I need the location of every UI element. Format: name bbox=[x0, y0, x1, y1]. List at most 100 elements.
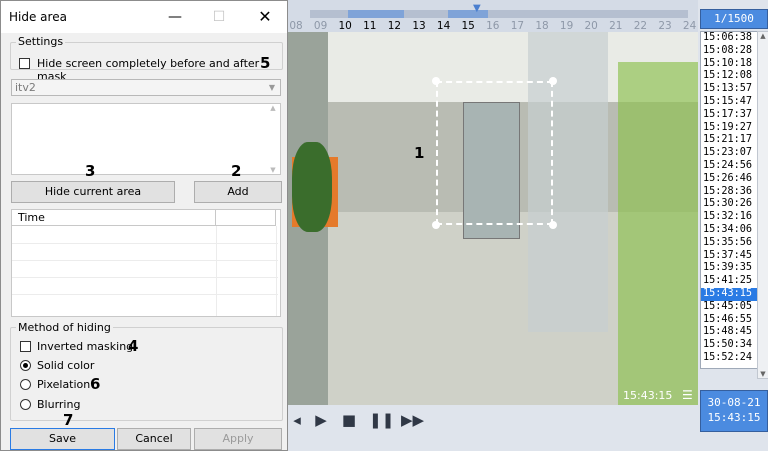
scroll-down-icon[interactable]: ▼ bbox=[266, 166, 280, 174]
camera-select-value: itv2 bbox=[15, 81, 36, 94]
play-icon[interactable]: ▶ bbox=[310, 410, 332, 430]
inverted-masking-label: Inverted masking bbox=[37, 340, 134, 353]
timeline-tick-label: 13 bbox=[412, 20, 426, 32]
list-item[interactable]: 15:19:27 bbox=[701, 122, 758, 135]
mask-handle[interactable] bbox=[432, 221, 440, 229]
pixelation-radio[interactable] bbox=[20, 379, 31, 390]
date-time-box: 30-08-21 15:43:15 bbox=[700, 390, 768, 432]
list-item[interactable]: 15:50:34 bbox=[701, 339, 758, 352]
mask-handle[interactable] bbox=[549, 77, 557, 85]
save-button[interactable]: Save bbox=[10, 428, 115, 450]
table-header-time[interactable]: Time bbox=[12, 210, 216, 226]
mask-area[interactable] bbox=[436, 81, 553, 225]
event-list-scrollbar[interactable]: ▲ ▼ bbox=[757, 31, 768, 379]
list-item[interactable]: 15:15:47 bbox=[701, 96, 758, 109]
timeline-tick-label: 12 bbox=[387, 20, 402, 32]
pixelation-label: Pixelation bbox=[37, 378, 91, 391]
callout-7: 7 bbox=[63, 411, 74, 429]
list-item[interactable]: 15:21:17 bbox=[701, 134, 758, 147]
list-item[interactable]: 15:10:18 bbox=[701, 58, 758, 71]
frame-counter: 1/1500 bbox=[700, 9, 768, 29]
time-table[interactable]: Time bbox=[11, 209, 281, 317]
blurring-radio[interactable] bbox=[20, 399, 31, 410]
list-item[interactable]: 15:45:05 bbox=[701, 301, 758, 314]
list-item[interactable]: 15:52:24 bbox=[701, 352, 758, 365]
time-value: 15:43:15 bbox=[707, 411, 761, 424]
list-item[interactable]: 15:17:37 bbox=[701, 109, 758, 122]
cancel-button[interactable]: Cancel bbox=[117, 428, 191, 450]
list-item[interactable]: 15:37:45 bbox=[701, 250, 758, 263]
list-item[interactable]: 15:46:55 bbox=[701, 314, 758, 327]
list-item[interactable]: 15:41:25 bbox=[701, 275, 758, 288]
timeline-tick-label: 21 bbox=[609, 20, 623, 32]
scroll-up-icon[interactable]: ▲ bbox=[266, 104, 280, 112]
area-list-scrollbar[interactable]: ▲ ▼ bbox=[266, 104, 280, 174]
list-item[interactable]: 15:13:57 bbox=[701, 83, 758, 96]
table-header-extra[interactable] bbox=[216, 210, 276, 226]
event-time-list[interactable]: 15:06:38 15:08:28 15:10:18 15:12:08 15:13:57… bbox=[700, 31, 759, 369]
timeline-position-marker-icon[interactable]: ▼ bbox=[473, 3, 481, 14]
video-timestamp: 15:43:15 bbox=[623, 389, 673, 402]
timeline-tick-label: 11 bbox=[363, 20, 377, 32]
solid-color-label: Solid color bbox=[37, 359, 95, 372]
dialog-titlebar: Hide area — ☐ ✕ bbox=[1, 1, 287, 33]
scroll-down-icon[interactable]: ▼ bbox=[758, 370, 768, 378]
list-item[interactable]: 15:28:36 bbox=[701, 186, 758, 199]
mask-handle[interactable] bbox=[432, 77, 440, 85]
timeline-tick-label: 14 bbox=[436, 20, 451, 32]
timeline-tick-label: 22 bbox=[633, 20, 648, 32]
add-button[interactable]: Add bbox=[194, 181, 282, 203]
callout-1: 1 bbox=[414, 144, 425, 162]
list-item[interactable]: 15:32:16 bbox=[701, 211, 758, 224]
menu-icon[interactable]: ☰ bbox=[682, 389, 694, 401]
step-back-icon[interactable]: ◂ bbox=[286, 410, 308, 430]
callout-5: 5 bbox=[260, 54, 271, 72]
list-item[interactable]: 15:43:15 bbox=[701, 287, 758, 301]
list-item[interactable]: 15:23:07 bbox=[701, 147, 758, 160]
list-item[interactable]: 15:34:06 bbox=[701, 224, 758, 237]
table-row bbox=[12, 294, 278, 295]
callout-4: 4 bbox=[128, 337, 139, 355]
list-item[interactable]: 15:08:28 bbox=[701, 45, 758, 58]
hide-current-area-button[interactable]: Hide current area bbox=[11, 181, 175, 203]
scroll-up-icon[interactable]: ▲ bbox=[758, 32, 768, 40]
list-item[interactable]: 15:39:35 bbox=[701, 262, 758, 275]
timeline-tick-label: 18 bbox=[535, 20, 549, 32]
table-row bbox=[12, 243, 278, 244]
date-value: 30-08-21 bbox=[707, 396, 761, 409]
table-column-divider bbox=[216, 226, 217, 316]
timeline-tick-label: 16 bbox=[486, 20, 500, 32]
plant bbox=[292, 142, 332, 232]
list-item[interactable]: 15:06:38 bbox=[701, 32, 758, 45]
fast-forward-icon[interactable]: ▶▶ bbox=[401, 410, 424, 430]
table-row bbox=[12, 277, 278, 278]
hide-before-after-checkbox[interactable] bbox=[19, 58, 30, 69]
stop-icon[interactable]: ■ bbox=[338, 410, 360, 430]
settings-legend: Settings bbox=[16, 35, 66, 48]
list-item[interactable]: 15:26:46 bbox=[701, 173, 758, 186]
close-icon[interactable]: ✕ bbox=[255, 7, 275, 27]
list-item[interactable]: 15:48:45 bbox=[701, 326, 758, 339]
timeline-tick-label: 10 bbox=[338, 20, 352, 32]
callout-2: 2 bbox=[231, 162, 242, 180]
player-controls: ◂ ▶ ■ ❚❚ ▶▶ bbox=[286, 406, 696, 434]
table-column-divider bbox=[276, 226, 277, 316]
mask-handle[interactable] bbox=[549, 221, 557, 229]
list-item[interactable]: 15:12:08 bbox=[701, 70, 758, 83]
solid-color-radio[interactable] bbox=[20, 360, 31, 371]
dialog-title: Hide area bbox=[9, 10, 67, 24]
timeline[interactable]: ▼ 08 09 10 11 12 13 14 15 16 17 18 19 20 21 22 23 24 bbox=[288, 0, 698, 32]
inverted-masking-checkbox[interactable] bbox=[20, 341, 31, 352]
list-item[interactable]: 15:24:56 bbox=[701, 160, 758, 173]
apply-button: Apply bbox=[194, 428, 282, 450]
timeline-tick-label: 15 bbox=[461, 20, 475, 32]
table-row bbox=[12, 260, 278, 261]
list-item[interactable]: 15:35:56 bbox=[701, 237, 758, 250]
hide-area-dialog: Hide area — ☐ ✕ Settings Hide screen com… bbox=[0, 0, 288, 451]
pause-icon[interactable]: ❚❚ bbox=[369, 410, 394, 430]
blurring-label: Blurring bbox=[37, 398, 81, 411]
list-item[interactable]: 15:30:26 bbox=[701, 198, 758, 211]
video-frame[interactable]: 1 15:43:15 ☰ bbox=[288, 32, 698, 405]
minimize-icon[interactable]: — bbox=[165, 7, 185, 27]
timeline-tick-label: 19 bbox=[559, 20, 574, 32]
